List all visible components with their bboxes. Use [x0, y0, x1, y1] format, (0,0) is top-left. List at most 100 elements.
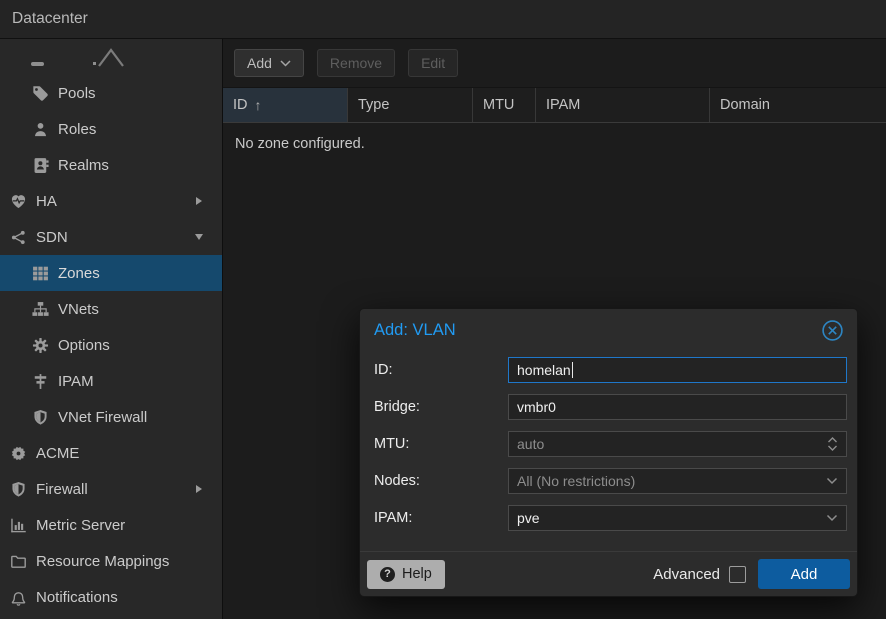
sidebar-item-zones[interactable]: Zones — [0, 255, 222, 291]
shield-icon — [32, 409, 49, 426]
advanced-checkbox[interactable] — [729, 566, 746, 583]
sidebar-item-realms[interactable]: Realms — [0, 147, 222, 183]
bar-chart-icon — [10, 517, 27, 534]
certificate-icon — [10, 445, 27, 462]
id-input-value: homelan — [517, 362, 571, 378]
close-icon — [821, 319, 844, 342]
add-button-label: Add — [247, 55, 272, 71]
nodes-placeholder-value: All (No restrictions) — [517, 473, 635, 489]
close-button[interactable] — [821, 319, 844, 342]
bridge-input-value: vmbr0 — [517, 399, 556, 415]
chevron-down-icon — [280, 60, 291, 67]
mtu-placeholder-value: auto — [517, 436, 544, 452]
add-vlan-dialog: Add: VLAN ID: homelan Bridge: vmbr0 — [359, 308, 858, 597]
edit-button[interactable]: Edit — [408, 49, 458, 77]
nodes-field-label: Nodes: — [374, 473, 508, 489]
sidebar-item-label: Roles — [58, 121, 96, 138]
sidebar-item-label: Firewall — [36, 481, 88, 498]
column-header-ipam[interactable]: IPAM — [536, 88, 710, 122]
heartbeat-icon — [10, 193, 27, 210]
id-input[interactable]: homelan — [508, 357, 847, 383]
app-window: Datacenter Pools Roles Realms — [0, 0, 886, 619]
sidebar-item-firewall[interactable]: Firewall — [0, 471, 222, 507]
sidebar-item-metric-server[interactable]: Metric Server — [0, 507, 222, 543]
sidebar-item-resource-mappings[interactable]: Resource Mappings — [0, 543, 222, 579]
column-header-id[interactable]: ID ↑ — [223, 88, 348, 122]
advanced-label: Advanced — [653, 566, 720, 583]
user-icon — [32, 121, 49, 138]
chevron-down-icon[interactable] — [826, 514, 838, 522]
toolbar: Add Remove Edit — [223, 39, 886, 87]
column-header-domain[interactable]: Domain — [710, 88, 886, 122]
expand-arrow-icon[interactable] — [196, 197, 202, 205]
folder-icon — [10, 553, 27, 570]
remove-button[interactable]: Remove — [317, 49, 395, 77]
spinner-arrows-icon[interactable] — [827, 437, 838, 451]
column-label: Domain — [720, 97, 770, 113]
add-button[interactable]: Add — [234, 49, 304, 77]
expand-arrow-icon[interactable] — [196, 485, 202, 493]
bridge-field-label: Bridge: — [374, 399, 508, 415]
sidebar-item-vnet-firewall[interactable]: VNet Firewall — [0, 399, 222, 435]
empty-table-message: No zone configured. — [223, 123, 886, 165]
sidebar-item-label: HA — [36, 193, 57, 210]
text-caret — [572, 362, 574, 378]
add-submit-button[interactable]: Add — [758, 559, 850, 589]
sidebar-item-label: VNet Firewall — [58, 409, 147, 426]
column-header-mtu[interactable]: MTU — [473, 88, 536, 122]
sidebar-item-roles[interactable]: Roles — [0, 111, 222, 147]
sidebar-item-label: Realms — [58, 157, 109, 174]
sitemap-icon — [32, 301, 49, 318]
sliders-icon — [32, 373, 49, 390]
sidebar-item-label: Resource Mappings — [36, 553, 169, 570]
question-circle-icon: ? — [380, 567, 395, 582]
dialog-body: ID: homelan Bridge: vmbr0 MTU: auto — [360, 351, 857, 531]
clipped-icon — [31, 62, 44, 66]
id-field-label: ID: — [374, 362, 508, 378]
sidebar-item-label: VNets — [58, 301, 99, 318]
sidebar-item-label: IPAM — [58, 373, 94, 390]
sidebar-tree: Pools Roles Realms HA SDN — [0, 39, 223, 619]
sidebar-item-vnets[interactable]: VNets — [0, 291, 222, 327]
tag-icon — [32, 85, 49, 102]
column-label: Type — [358, 97, 389, 113]
table-header: ID ↑ Type MTU IPAM Domain — [223, 87, 886, 123]
ipam-field-label: IPAM: — [374, 510, 508, 526]
ipam-selected-value: pve — [517, 510, 540, 526]
sidebar-item-ipam[interactable]: IPAM — [0, 363, 222, 399]
sidebar-item-pools[interactable]: Pools — [0, 75, 222, 111]
sidebar-item-label: Options — [58, 337, 110, 354]
sidebar-item-label: Pools — [58, 85, 96, 102]
shield-icon — [10, 481, 27, 498]
sidebar-item-label: Notifications — [36, 589, 118, 606]
sidebar-item-options[interactable]: Options — [0, 327, 222, 363]
titlebar: Datacenter — [0, 0, 886, 39]
dialog-header[interactable]: Add: VLAN — [360, 309, 857, 351]
chevron-down-icon[interactable] — [826, 477, 838, 485]
gear-icon — [32, 337, 49, 354]
mtu-field-label: MTU: — [374, 436, 508, 452]
sort-asc-icon: ↑ — [255, 97, 262, 113]
sidebar-item-acme[interactable]: ACME — [0, 435, 222, 471]
sidebar-item-sdn[interactable]: SDN — [0, 219, 222, 255]
nodes-dropdown[interactable]: All (No restrictions) — [508, 468, 847, 494]
column-header-type[interactable]: Type — [348, 88, 473, 122]
bridge-input[interactable]: vmbr0 — [508, 394, 847, 420]
chevron-up-icon — [96, 43, 126, 69]
column-label: ID — [233, 97, 248, 113]
add-submit-label: Add — [791, 566, 818, 583]
sidebar-item-partial[interactable] — [0, 39, 222, 75]
ipam-dropdown[interactable]: pve — [508, 505, 847, 531]
sidebar-item-notifications[interactable]: Notifications — [0, 579, 222, 615]
column-label: IPAM — [546, 97, 580, 113]
help-button[interactable]: ? Help — [367, 560, 445, 589]
sidebar-item-label: Metric Server — [36, 517, 125, 534]
help-button-label: Help — [402, 566, 432, 582]
sidebar-item-ha[interactable]: HA — [0, 183, 222, 219]
column-label: MTU — [483, 97, 514, 113]
bell-icon — [10, 589, 27, 606]
collapse-arrow-icon[interactable] — [195, 234, 203, 240]
remove-button-label: Remove — [330, 55, 382, 71]
mtu-spinner[interactable]: auto — [508, 431, 847, 457]
sidebar-item-label: Zones — [58, 265, 100, 282]
